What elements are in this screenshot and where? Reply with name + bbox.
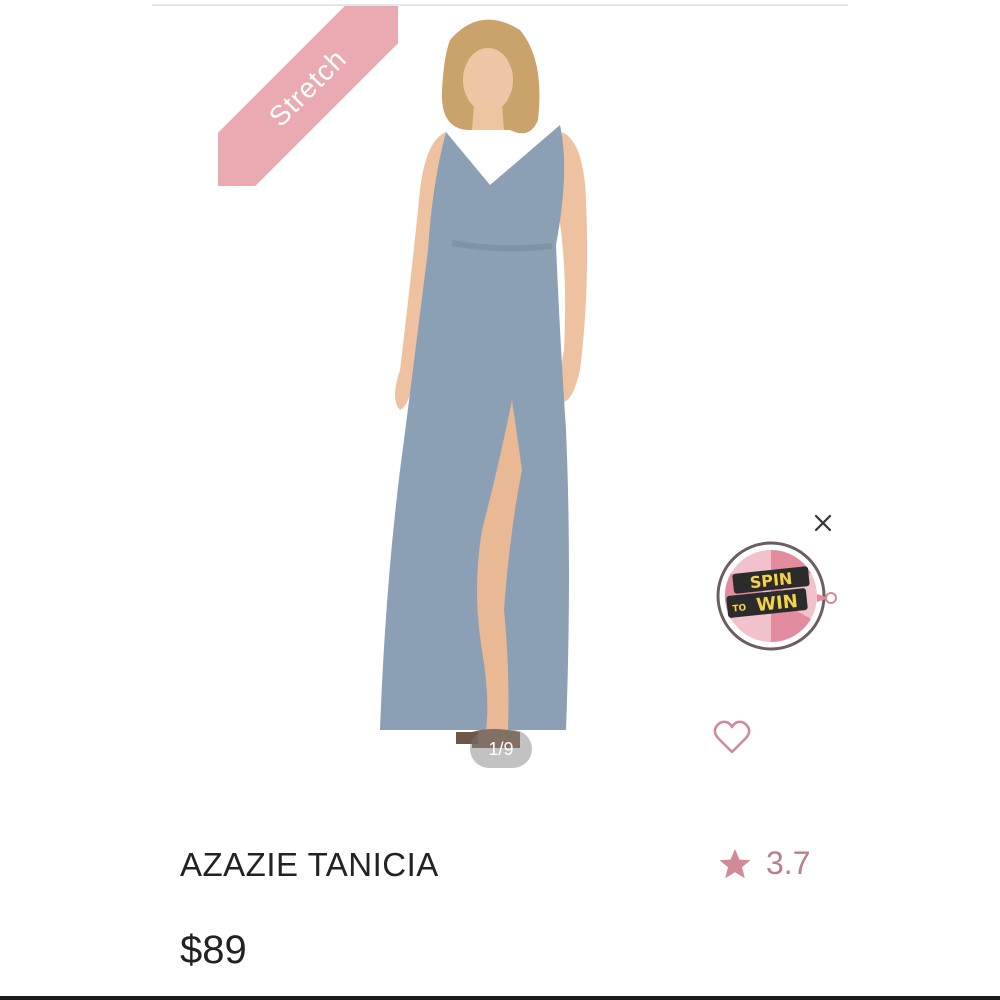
product-name: AZAZIE TANICIA [180, 846, 439, 883]
product-price: $89 [180, 928, 247, 972]
rating-value: 3.7 [766, 845, 811, 881]
spin-to-win-button[interactable]: SPIN TO WIN [713, 540, 843, 655]
spin-label-line2: TO [732, 603, 747, 614]
product-rating: 3.7 [718, 845, 810, 882]
bottom-border [0, 996, 1000, 1000]
star-icon [719, 848, 751, 878]
close-icon[interactable] [812, 512, 834, 534]
image-counter: 1/9 [470, 730, 532, 768]
spin-label-line3: WIN [755, 591, 799, 616]
product-image[interactable] [360, 10, 620, 790]
heart-icon[interactable] [712, 718, 752, 756]
